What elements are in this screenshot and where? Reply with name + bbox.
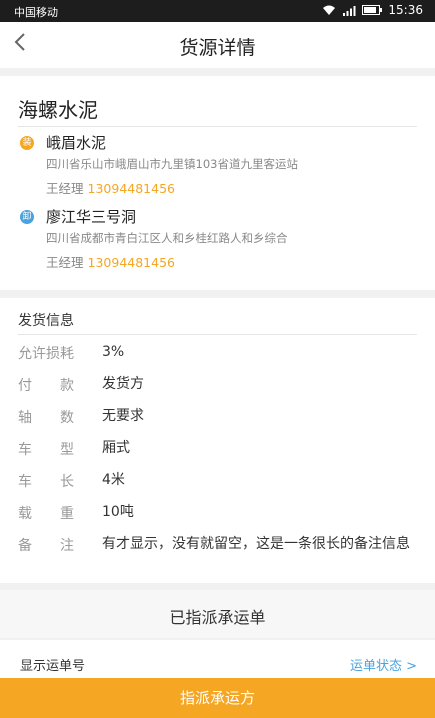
status-bar: 中国移动 15:36 <box>0 0 435 22</box>
carrier-name: 中国移动 <box>14 6 58 19</box>
assigned-title: 已指派承运单 <box>169 608 266 627</box>
unloading-stop-contact: 王经理 13094481456 <box>46 252 175 271</box>
waybill-number: 显示运单号 <box>20 659 86 674</box>
section-title: 发货信息 <box>18 313 74 329</box>
divider <box>18 334 417 335</box>
contact-phone[interactable]: 13094481456 <box>88 181 175 196</box>
status-icons: 15:36 <box>322 3 423 17</box>
info-value: 4米 <box>102 472 125 488</box>
info-label: 备 注 <box>18 538 74 554</box>
contact-name: 王经理 <box>46 255 84 270</box>
info-value: 3% <box>102 344 125 360</box>
info-label: 付 款 <box>18 378 74 394</box>
route-card: 海螺水泥 装 峨眉水泥 四川省乐山市峨眉山市九里镇103省道九里客运站 王经理 1… <box>0 76 435 290</box>
unloading-stop-address: 四川省成都市青白江区人和乡桂红路人和乡综合 <box>46 231 288 245</box>
contact-phone[interactable]: 13094481456 <box>88 255 175 270</box>
info-label: 允许损耗 <box>18 346 74 362</box>
info-label: 车 长 <box>18 474 74 490</box>
nav-bar: 货源详情 <box>0 22 435 68</box>
clock: 15:36 <box>388 3 423 17</box>
info-value: 有才显示，没有就留空，这是一条很长的备注信息 <box>102 536 410 552</box>
waybill-row[interactable]: 显示运单号 运单状态 > <box>0 640 435 678</box>
info-label: 轴 数 <box>18 410 74 426</box>
unloading-badge-icon: 卸 <box>20 210 34 224</box>
divider <box>18 126 417 127</box>
battery-icon <box>362 5 383 15</box>
unloading-stop-name: 廖江华三号洞 <box>46 208 137 226</box>
info-value: 发货方 <box>102 376 144 392</box>
wifi-icon <box>323 5 336 15</box>
loading-stop-address: 四川省乐山市峨眉山市九里镇103省道九里客运站 <box>46 157 298 171</box>
contact-name: 王经理 <box>46 181 84 196</box>
waybill-status-link[interactable]: 运单状态 > <box>350 655 417 674</box>
info-value: 厢式 <box>102 440 130 456</box>
loading-stop-name: 峨眉水泥 <box>46 134 107 152</box>
page-title: 货源详情 <box>179 37 256 59</box>
assign-carrier-button[interactable]: 指派承运方 <box>0 678 435 718</box>
info-label: 载 重 <box>18 506 74 522</box>
assigned-section-header: 已指派承运单 <box>0 590 435 638</box>
info-value: 10吨 <box>102 504 134 520</box>
loading-badge-icon: 装 <box>20 136 34 150</box>
loading-stop-contact: 王经理 13094481456 <box>46 178 175 197</box>
shipping-info-card: 发货信息 允许损耗 3% 付 款 发货方 轴 数 无要求 车 型 厢式 车 长 … <box>0 298 435 583</box>
signal-icon <box>343 5 356 16</box>
info-label: 车 型 <box>18 442 74 458</box>
info-value: 无要求 <box>102 408 144 424</box>
goods-name: 海螺水泥 <box>18 98 98 122</box>
